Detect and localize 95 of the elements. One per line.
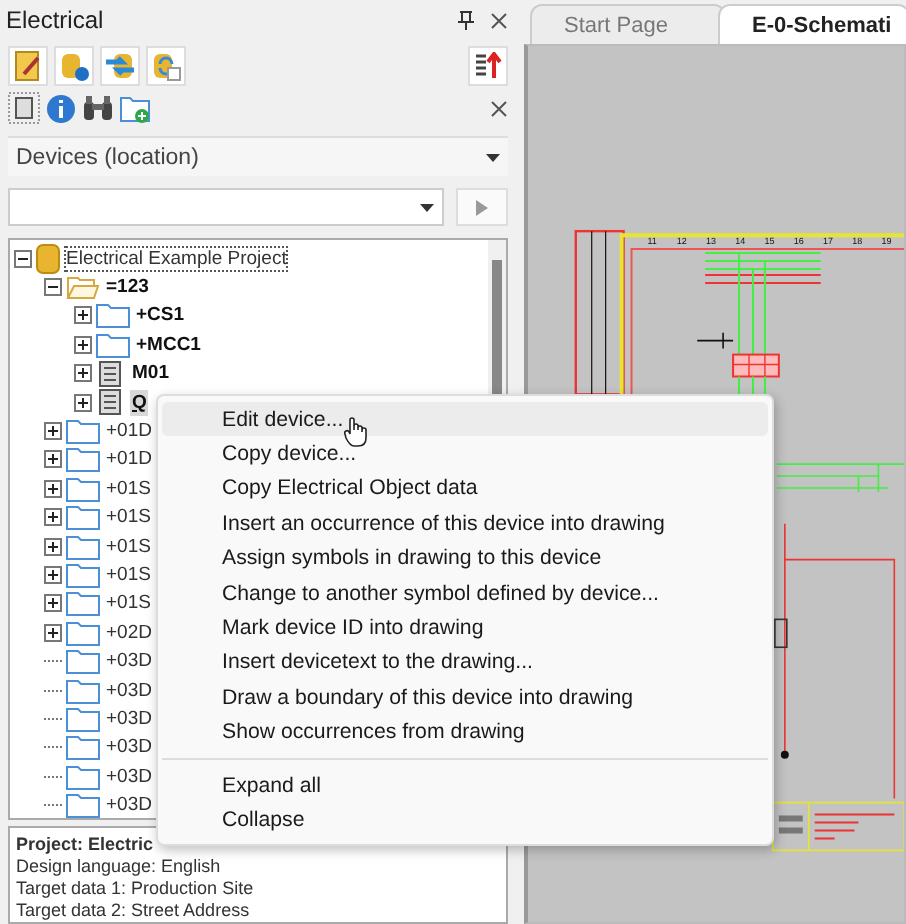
go-button[interactable] bbox=[456, 188, 508, 226]
tree-item[interactable]: +01S bbox=[104, 504, 153, 531]
toolbar-button[interactable] bbox=[100, 45, 140, 86]
tree-item[interactable]: +01S bbox=[104, 475, 153, 502]
tree-item[interactable]: +03D bbox=[104, 648, 154, 675]
expand-toggle[interactable] bbox=[44, 421, 62, 440]
folder-icon bbox=[66, 590, 100, 617]
document-tab[interactable]: Start Page bbox=[530, 4, 726, 44]
collapse-toggle[interactable] bbox=[14, 249, 32, 268]
dropdown-caret-icon[interactable] bbox=[420, 203, 434, 212]
database-arrows-icon bbox=[104, 49, 136, 82]
tree-item[interactable]: +03D bbox=[104, 792, 154, 818]
notepad-pencil-icon bbox=[14, 49, 42, 82]
database-icon bbox=[36, 243, 60, 274]
collapse-toggle[interactable] bbox=[44, 278, 62, 297]
device-icon bbox=[96, 388, 126, 417]
pin-icon[interactable] bbox=[458, 10, 474, 31]
info-line: Target data 2: Street Address bbox=[16, 900, 250, 922]
device-icon bbox=[96, 359, 126, 388]
tree-item[interactable]: =123 bbox=[104, 274, 151, 301]
folder-icon bbox=[66, 763, 100, 790]
database-refresh-icon bbox=[150, 49, 182, 82]
folder-icon bbox=[66, 533, 100, 560]
folder-icon bbox=[96, 302, 130, 329]
panel-title: Electrical bbox=[6, 6, 106, 35]
open-folder-icon bbox=[66, 274, 100, 301]
info-line: Project: Electric bbox=[16, 834, 154, 856]
folder-icon bbox=[66, 417, 100, 444]
menu-item[interactable]: Copy Electrical Object data bbox=[162, 471, 768, 507]
expand-toggle[interactable] bbox=[44, 537, 62, 556]
folder-icon bbox=[66, 446, 100, 473]
toolbar-button[interactable] bbox=[146, 45, 186, 86]
caret-icon bbox=[486, 153, 500, 162]
expand-toggle[interactable] bbox=[74, 393, 92, 412]
folder-icon bbox=[66, 561, 100, 588]
tree-item[interactable]: +02D bbox=[104, 619, 154, 646]
menu-item[interactable]: Change to another symbol defined by device... bbox=[162, 575, 768, 611]
expand-toggle[interactable] bbox=[74, 335, 92, 354]
tree-item[interactable]: +03D bbox=[104, 763, 154, 790]
tree-item[interactable]: +CS1 bbox=[134, 302, 187, 329]
tree-item[interactable]: +01D bbox=[104, 417, 154, 444]
expand-toggle[interactable] bbox=[44, 565, 62, 584]
hand-cursor-icon bbox=[344, 416, 368, 448]
folder-icon bbox=[66, 705, 100, 732]
menu-item[interactable]: Edit device... bbox=[162, 402, 768, 437]
menu-item[interactable]: Draw a boundary of this device into drawing bbox=[162, 680, 768, 716]
menu-item[interactable]: Collapse bbox=[162, 802, 768, 838]
menu-item[interactable]: Assign symbols in drawing to this device bbox=[162, 541, 768, 576]
tree-item[interactable]: +01S bbox=[104, 561, 153, 588]
folder-icon bbox=[66, 619, 100, 646]
binoculars-icon[interactable] bbox=[82, 94, 114, 123]
expand-toggle[interactable] bbox=[44, 450, 62, 469]
info-icon[interactable] bbox=[46, 93, 76, 124]
sort-button[interactable] bbox=[468, 45, 508, 86]
tree-item[interactable]: +01D bbox=[104, 446, 154, 473]
tree-item[interactable]: +03D bbox=[104, 677, 154, 703]
info-line: Design language: English bbox=[16, 856, 221, 878]
toolbar-button[interactable] bbox=[54, 45, 94, 86]
tree-item[interactable]: +03D bbox=[104, 734, 154, 761]
menu-item[interactable]: Insert an occurrence of this device into drawing bbox=[162, 506, 768, 542]
close-icon[interactable] bbox=[490, 99, 508, 118]
arrow-icon bbox=[476, 199, 488, 216]
menu-item[interactable]: Copy device... bbox=[162, 436, 768, 472]
toolbar-button[interactable] bbox=[8, 45, 48, 86]
expand-toggle[interactable] bbox=[74, 306, 92, 325]
folder-icon bbox=[66, 504, 100, 531]
database-info-icon bbox=[58, 49, 90, 82]
tree-item[interactable]: +03D bbox=[104, 705, 154, 732]
expand-toggle[interactable] bbox=[44, 594, 62, 613]
tree-item[interactable]: +01S bbox=[104, 533, 153, 560]
view-dropdown[interactable]: Devices (location) bbox=[8, 136, 508, 177]
expand-toggle[interactable] bbox=[74, 364, 92, 383]
tree-item[interactable]: +MCC1 bbox=[134, 331, 203, 358]
menu-item[interactable]: Show occurrences from drawing bbox=[162, 715, 768, 750]
tree-item[interactable]: Q bbox=[130, 389, 149, 416]
title-block-drawing bbox=[772, 801, 904, 852]
folder-icon bbox=[66, 734, 100, 761]
folder-icon bbox=[96, 331, 130, 358]
folder-icon bbox=[66, 677, 100, 703]
document-tab[interactable]: E-0-Schemati bbox=[718, 4, 906, 44]
menu-item[interactable]: Expand all bbox=[162, 767, 768, 803]
info-line: Target data 1: Production Site bbox=[16, 878, 254, 900]
tree-item[interactable]: M01 bbox=[130, 360, 171, 387]
device-list-icon[interactable] bbox=[8, 92, 40, 125]
expand-toggle[interactable] bbox=[44, 508, 62, 527]
menu-item[interactable]: Insert devicetext to the drawing... bbox=[162, 645, 768, 681]
search-field[interactable] bbox=[8, 188, 444, 226]
expand-toggle[interactable] bbox=[44, 479, 62, 498]
close-icon[interactable] bbox=[490, 11, 508, 30]
expand-toggle[interactable] bbox=[44, 623, 62, 642]
tree-item[interactable]: +01S bbox=[104, 590, 153, 617]
tree-item[interactable]: Electrical Example Project bbox=[64, 245, 289, 272]
menu-item[interactable]: Mark device ID into drawing bbox=[162, 610, 768, 646]
folder-icon bbox=[66, 648, 100, 675]
folder-icon bbox=[66, 475, 100, 502]
